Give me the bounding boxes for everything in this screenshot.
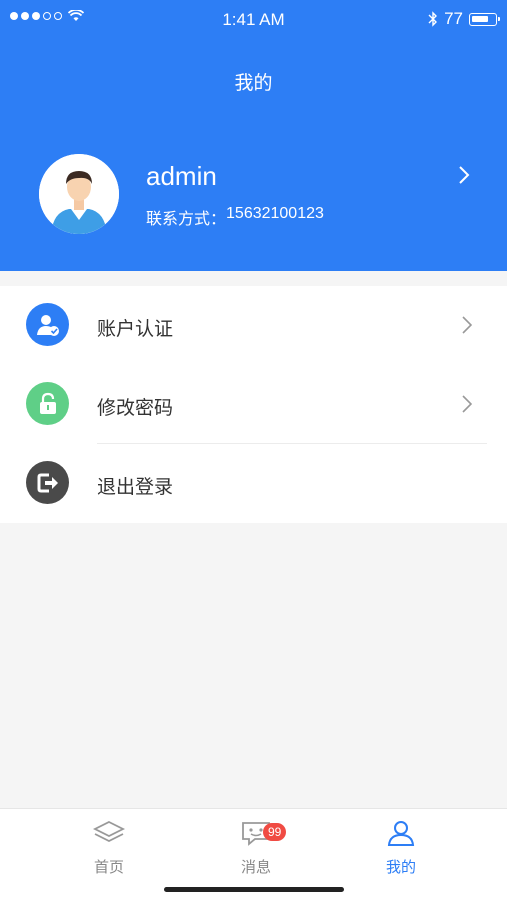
battery-icon bbox=[469, 12, 500, 26]
battery-percent: 77 bbox=[444, 9, 463, 28]
person-icon bbox=[387, 821, 415, 846]
menu-item-logout[interactable]: 退出登录 bbox=[0, 444, 507, 523]
tab-messages[interactable]: 99 消息 bbox=[196, 819, 316, 877]
chevron-right-icon bbox=[462, 395, 472, 413]
avatar-image bbox=[39, 154, 119, 234]
contact-phone: 15632100123 bbox=[226, 205, 324, 222]
menu-item-change-password[interactable]: 修改密码 bbox=[0, 365, 507, 444]
contact-label: 联系方式： bbox=[146, 211, 227, 228]
tab-label: 消息 bbox=[240, 859, 271, 876]
unlock-icon bbox=[26, 382, 69, 425]
bluetooth-icon bbox=[428, 11, 438, 27]
status-right: 77 bbox=[428, 9, 500, 29]
avatar[interactable] bbox=[39, 154, 119, 234]
logout-icon bbox=[26, 461, 69, 504]
battery-level bbox=[472, 15, 488, 22]
layers-icon bbox=[92, 820, 126, 843]
profile-header: 1:41 AM 77 我的 admin 联系方式： 15632100123 bbox=[0, 0, 507, 271]
tab-label: 首页 bbox=[93, 859, 124, 876]
chevron-right-icon[interactable] bbox=[458, 165, 470, 185]
page-title: 我的 bbox=[234, 73, 273, 94]
chevron-right-icon bbox=[462, 316, 472, 334]
user-verified-icon bbox=[26, 303, 69, 346]
contact-info: 联系方式： 15632100123 bbox=[146, 205, 324, 229]
tab-label: 我的 bbox=[385, 859, 416, 876]
menu-item-label: 账户认证 bbox=[97, 319, 174, 340]
username: admin bbox=[146, 161, 217, 191]
menu-item-label: 退出登录 bbox=[97, 477, 174, 498]
status-bar: 1:41 AM 77 bbox=[0, 0, 507, 40]
menu-item-account-verification[interactable]: 账户认证 bbox=[0, 286, 507, 365]
menu-item-label: 修改密码 bbox=[97, 398, 174, 419]
unread-badge: 99 bbox=[263, 823, 287, 841]
tab-home[interactable]: 首页 bbox=[49, 819, 169, 877]
menu-list: 账户认证 修改密码 退出登录 bbox=[0, 286, 507, 523]
home-indicator bbox=[164, 887, 344, 892]
tab-mine[interactable]: 我的 bbox=[341, 819, 461, 877]
